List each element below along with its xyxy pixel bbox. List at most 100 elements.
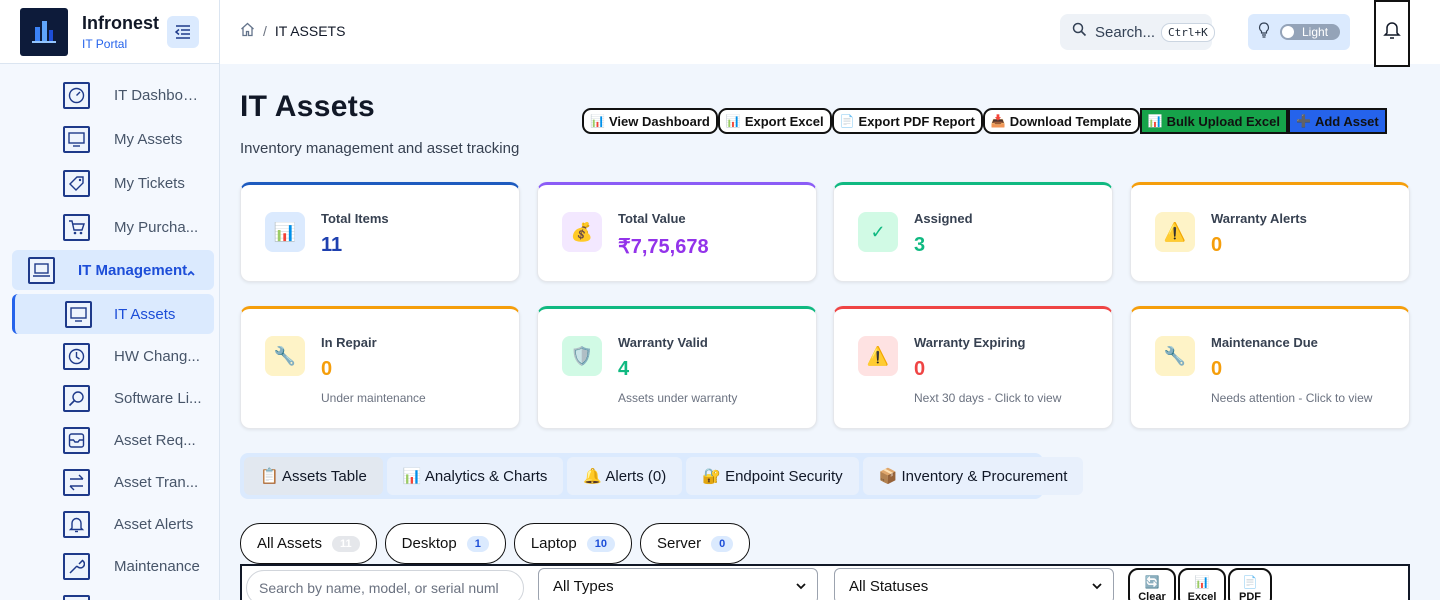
topbar: / IT ASSETS Search... Ctrl+K Light: [220, 0, 1440, 67]
logo-icon: [20, 7, 68, 56]
filter-all-assets[interactable]: All Assets 11: [240, 523, 377, 564]
money-bag-icon: 💰: [562, 212, 602, 252]
stat-maintenance-due[interactable]: 🔧 Maintenance Due 0 Needs attention - Click…: [1130, 306, 1410, 429]
inbox-icon: [63, 426, 90, 454]
sidebar-item-my-assets[interactable]: My Assets: [0, 119, 220, 159]
stat-value: 0: [914, 358, 926, 380]
export-excel-button[interactable]: 📊 Export Excel: [717, 108, 832, 134]
wrench-icon: 🔧: [1155, 336, 1195, 376]
add-asset-button[interactable]: ➕ Add Asset: [1287, 108, 1387, 134]
sidebar-item-asset-requests[interactable]: Asset Req...: [0, 420, 220, 460]
filter-laptop[interactable]: Laptop 10: [513, 523, 632, 564]
stat-value: 0: [1211, 358, 1223, 380]
stat-value: 11: [321, 234, 343, 256]
button-label: Export PDF Report: [858, 113, 975, 129]
button-label: Excel: [1187, 591, 1217, 600]
sidebar-item-label: My Purcha...: [114, 218, 199, 236]
stat-value: 0: [321, 358, 333, 380]
pill-label: Server: [656, 535, 702, 552]
excel-button[interactable]: 📊 Excel: [1178, 568, 1226, 600]
tab-inventory[interactable]: 📦 Inventory & Procurement: [862, 457, 1084, 495]
asset-search-input[interactable]: Search by name, model, or serial numl: [246, 570, 524, 600]
export-pdf-button[interactable]: 📄 Export PDF Report: [831, 108, 983, 134]
stat-label: Warranty Expiring: [914, 335, 1026, 350]
search-label: Search...: [1095, 23, 1156, 41]
button-label: Download Template: [1009, 113, 1132, 129]
stat-label: Maintenance Due: [1211, 335, 1318, 350]
bell-icon: [1383, 20, 1401, 45]
type-select[interactable]: All Types: [538, 568, 818, 600]
sidebar-item-software-licenses[interactable]: Software Li...: [0, 378, 220, 418]
status-select[interactable]: All Statuses: [834, 568, 1114, 600]
view-dashboard-button[interactable]: 📊 View Dashboard: [582, 108, 718, 134]
stat-warranty-expiring[interactable]: ⚠️ Warranty Expiring 0 Next 30 days - Click…: [833, 306, 1113, 429]
menu-collapse-icon: [175, 25, 190, 39]
toggle-knob: [1282, 26, 1294, 38]
chart-icon: 📊: [1194, 575, 1210, 589]
sidebar-item-label: IT Assets: [114, 305, 176, 323]
collapse-sidebar-button[interactable]: [167, 16, 199, 48]
lightbulb-icon: [1258, 21, 1270, 43]
home-icon[interactable]: [240, 22, 255, 40]
notifications-button[interactable]: [1374, 0, 1410, 67]
stat-total-items: 📊 Total Items 11: [240, 182, 520, 282]
pdf-button[interactable]: 📄 PDF: [1228, 568, 1272, 600]
global-search-button[interactable]: Search... Ctrl+K: [1060, 14, 1215, 50]
sidebar-item-it-assets[interactable]: IT Assets: [12, 294, 214, 334]
chevron-up-icon: [186, 264, 196, 282]
search-icon: [63, 384, 90, 412]
theme-label: Light: [1302, 25, 1329, 39]
tab-assets-table[interactable]: 📋 Assets Table: [244, 457, 383, 495]
sidebar-group-it-management[interactable]: IT Management: [12, 250, 214, 290]
sidebar-item-asset-alerts[interactable]: Asset Alerts: [0, 504, 220, 544]
tab-alerts[interactable]: 🔔 Alerts (0): [567, 457, 683, 495]
sidebar-item-it-dashboard[interactable]: IT Dashboard: [0, 75, 220, 115]
sidebar-item-my-purchases[interactable]: My Purcha...: [0, 207, 220, 247]
sidebar-group-label: IT Management: [78, 261, 188, 279]
page-subtitle: Inventory management and asset tracking: [240, 140, 520, 157]
sidebar-item-more[interactable]: [0, 588, 220, 600]
sidebar-item-label: My Tickets: [114, 174, 185, 192]
download-template-button[interactable]: 📥 Download Template: [982, 108, 1140, 134]
sidebar-item-label: Maintenance: [114, 557, 200, 575]
plus-icon: ➕: [1295, 114, 1311, 128]
theme-switch[interactable]: Light: [1280, 24, 1340, 40]
refresh-icon: 🔄: [1144, 575, 1160, 589]
bulk-upload-button[interactable]: 📊 Bulk Upload Excel: [1139, 108, 1288, 134]
monitor-icon: [65, 300, 92, 328]
chevron-down-icon: [795, 579, 807, 596]
stat-label: In Repair: [321, 335, 377, 350]
sidebar-item-label: My Assets: [114, 130, 183, 148]
pill-label: Desktop: [401, 535, 457, 552]
sidebar-item-label: Asset Alerts: [114, 515, 194, 533]
sidebar-item-maintenance[interactable]: Maintenance: [0, 546, 220, 586]
theme-toggle[interactable]: Light: [1248, 14, 1350, 50]
sidebar-item-hw-changes[interactable]: HW Chang...: [0, 336, 220, 376]
pill-label: Laptop: [530, 535, 577, 552]
stat-total-value: 💰 Total Value ₹7,75,678: [537, 182, 817, 282]
chart-icon: 📊: [265, 212, 305, 252]
breadcrumb: / IT ASSETS: [240, 22, 345, 40]
clear-filters-button[interactable]: 🔄 Clear: [1128, 568, 1176, 600]
button-label: View Dashboard: [608, 113, 710, 129]
wrench-icon: [63, 552, 90, 580]
stat-value: ₹7,75,678: [618, 236, 709, 258]
warning-icon: ⚠️: [1155, 212, 1195, 252]
stat-label: Total Value: [618, 211, 686, 226]
sidebar-item-my-tickets[interactable]: My Tickets: [0, 163, 220, 203]
type-filter-pills: All Assets 11 Desktop 1 Laptop 10 Server 0: [240, 523, 758, 564]
filter-server[interactable]: Server 0: [639, 523, 751, 564]
breadcrumb-separator: /: [263, 23, 267, 39]
filter-bar: Search by name, model, or serial numl Al…: [240, 564, 1410, 600]
sidebar-item-asset-transfers[interactable]: Asset Tran...: [0, 462, 220, 502]
tab-endpoint-security[interactable]: 🔐 Endpoint Security: [686, 457, 859, 495]
bell-icon: [63, 510, 90, 538]
count-badge: 1: [466, 535, 489, 552]
sidebar-item-label: Asset Tran...: [114, 473, 199, 491]
pill-label: All Assets: [257, 535, 323, 552]
filter-desktop[interactable]: Desktop 1: [384, 523, 506, 564]
button-label: Export Excel: [744, 113, 824, 129]
tab-analytics[interactable]: 📊 Analytics & Charts: [386, 457, 564, 495]
button-label: PDF: [1239, 591, 1261, 600]
stat-value: 4: [618, 358, 630, 380]
